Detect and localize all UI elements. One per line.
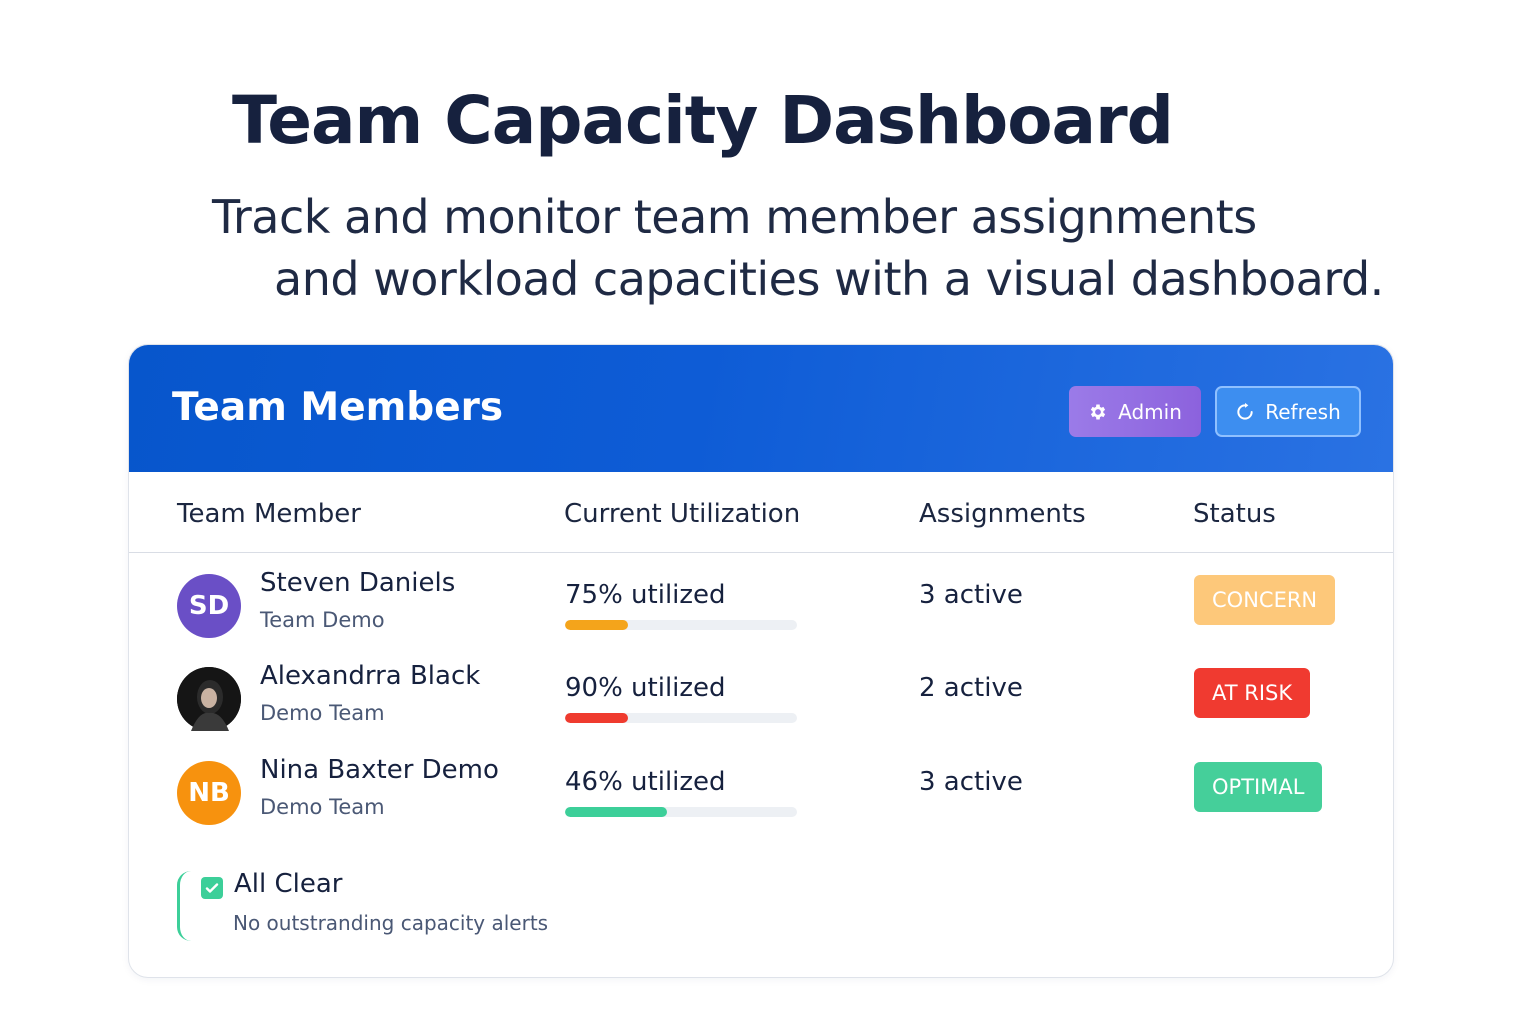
utilization-bar-fill bbox=[565, 620, 628, 630]
column-header-status: Status bbox=[1193, 499, 1276, 529]
gear-icon bbox=[1088, 402, 1108, 422]
assignments-count: 2 active bbox=[919, 673, 1023, 703]
alert-box: All Clear No outstranding capacity alert… bbox=[177, 869, 577, 943]
member-name: Steven Daniels bbox=[260, 568, 456, 598]
utilization-bar bbox=[565, 620, 797, 630]
status-badge: OPTIMAL bbox=[1194, 762, 1323, 812]
team-members-card: Team Members Admin Refresh Team Member C… bbox=[128, 344, 1394, 978]
assignments-count: 3 active bbox=[919, 767, 1023, 797]
utilization-bar bbox=[565, 713, 797, 723]
page-subtitle-line1: Track and monitor team member assignment… bbox=[212, 190, 1257, 244]
avatar: NB bbox=[177, 761, 241, 825]
member-name: Nina Baxter Demo bbox=[260, 755, 499, 785]
utilization-bar-fill bbox=[565, 807, 668, 817]
member-name: Alexandrra Black bbox=[260, 661, 481, 691]
table-row[interactable]: Alexandrra Black Demo Team 90% utilized … bbox=[129, 661, 1393, 747]
page-title: Team Capacity Dashboard bbox=[232, 82, 1174, 159]
alert-message: No outstranding capacity alerts bbox=[233, 911, 549, 935]
admin-button[interactable]: Admin bbox=[1069, 386, 1201, 437]
refresh-button[interactable]: Refresh bbox=[1215, 386, 1361, 437]
status-badge: AT RISK bbox=[1194, 668, 1311, 718]
alert-accent-bar bbox=[177, 871, 191, 941]
member-team: Team Demo bbox=[260, 608, 385, 632]
avatar-initials: SD bbox=[188, 591, 230, 621]
column-header-team-member: Team Member bbox=[177, 499, 361, 529]
utilization-bar-fill bbox=[565, 713, 628, 723]
utilization-text: 75% utilized bbox=[565, 580, 726, 610]
avatar: SD bbox=[177, 574, 241, 638]
refresh-icon bbox=[1235, 402, 1255, 422]
avatar-initials: NB bbox=[188, 778, 230, 808]
column-header-assignments: Assignments bbox=[919, 499, 1086, 529]
utilization-bar bbox=[565, 807, 797, 817]
member-team: Demo Team bbox=[260, 701, 385, 725]
member-team: Demo Team bbox=[260, 795, 385, 819]
person-photo-icon bbox=[177, 667, 241, 731]
alert-title: All Clear bbox=[234, 869, 343, 899]
admin-button-label: Admin bbox=[1118, 399, 1182, 424]
avatar-photo bbox=[177, 667, 241, 731]
card-header: Team Members Admin Refresh bbox=[129, 345, 1393, 472]
status-badge: CONCERN bbox=[1194, 575, 1336, 625]
table-row[interactable]: SD Steven Daniels Team Demo 75% utilized… bbox=[129, 568, 1393, 654]
utilization-text: 46% utilized bbox=[565, 767, 726, 797]
table-row[interactable]: NB Nina Baxter Demo Demo Team 46% utiliz… bbox=[129, 755, 1393, 841]
page-subtitle-line2: and workload capacities with a visual da… bbox=[274, 252, 1384, 306]
column-header-utilization: Current Utilization bbox=[564, 499, 801, 529]
card-title: Team Members bbox=[172, 385, 504, 430]
utilization-text: 90% utilized bbox=[565, 673, 726, 703]
header-divider bbox=[129, 552, 1393, 553]
refresh-button-label: Refresh bbox=[1265, 399, 1341, 424]
checkbox-icon bbox=[201, 877, 223, 899]
assignments-count: 3 active bbox=[919, 580, 1023, 610]
